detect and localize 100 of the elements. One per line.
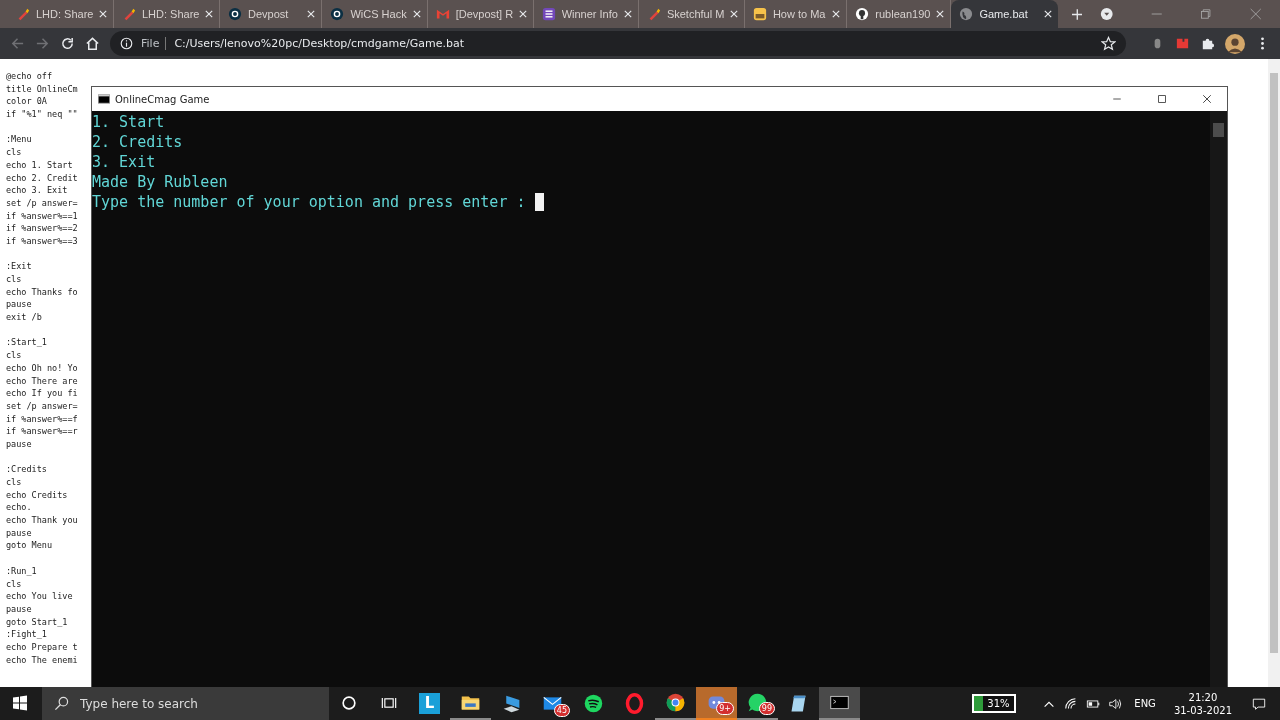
- code-line: if %answer%==r: [6, 425, 79, 438]
- count-badge: 9+: [716, 702, 734, 715]
- scheme-label: File: [141, 37, 167, 50]
- taskbar-app[interactable]: 99: [737, 687, 778, 720]
- taskbar-app[interactable]: 9+: [696, 687, 737, 720]
- code-line: echo Prepare t: [6, 640, 79, 654]
- code-line: pause: [6, 298, 33, 312]
- code-line: if %answer%==f: [6, 412, 79, 426]
- search-field[interactable]: Type here to search: [42, 687, 329, 720]
- tab-title: rublean190: [875, 8, 931, 20]
- taskbar-app[interactable]: [819, 687, 860, 720]
- code-line: echo Thanks fo: [6, 285, 79, 299]
- circle-icon: [228, 7, 242, 21]
- avatar-icon[interactable]: [1225, 33, 1245, 54]
- tab-search-icon[interactable]: [1100, 7, 1114, 21]
- tab-title: LHD: Share: [142, 8, 199, 20]
- code-line: echo The enemi: [6, 653, 79, 667]
- code-line: :Run_1: [6, 564, 38, 578]
- windows-start-icon[interactable]: [12, 695, 28, 711]
- code-line: :Fight_1: [6, 628, 48, 641]
- console-icon: [98, 94, 110, 104]
- code-line: goto Start_1: [6, 615, 69, 629]
- code-line: if %answer%==2: [6, 222, 79, 235]
- tab-title: Sketchful M: [666, 8, 724, 20]
- console-line: 2. Credits: [92, 132, 184, 152]
- charge-fill: [974, 696, 984, 711]
- taskbar-app[interactable]: 45: [532, 687, 573, 720]
- computer-icon: [501, 693, 522, 714]
- language-indicator[interactable]: ENG: [1134, 698, 1156, 709]
- code-line: echo Oh no! Yo: [6, 361, 79, 375]
- clock-time[interactable]: 21:20: [1188, 690, 1218, 704]
- tab-title: WiCS Hack: [350, 8, 407, 20]
- scrollbar[interactable]: [1268, 59, 1280, 687]
- tab-title: How to Ma: [772, 8, 827, 20]
- forward-icon[interactable]: [35, 36, 50, 51]
- tab-title: Game.bat: [979, 8, 1029, 20]
- reload-icon[interactable]: [60, 36, 75, 51]
- code-line: pause: [6, 437, 33, 451]
- console-line: 1. Start: [92, 112, 166, 132]
- info-icon: [120, 37, 133, 50]
- code-line: color 0A: [6, 95, 48, 109]
- code-line: cls: [6, 146, 23, 159]
- app-logo: L: [419, 693, 440, 714]
- tab-title: [Devpost] R: [455, 8, 513, 20]
- window-title: OnlineCmag Game: [115, 93, 210, 105]
- clock-date[interactable]: 31-03-2021: [1173, 703, 1232, 717]
- back-icon[interactable]: [10, 36, 25, 51]
- puzzle-icon[interactable]: [1200, 36, 1215, 51]
- search-icon: [54, 696, 69, 711]
- code-line: echo Credits: [6, 488, 69, 502]
- volume-icon[interactable]: [1108, 696, 1123, 711]
- code-line: if %answer%==1: [6, 209, 79, 223]
- code-line: goto Menu: [6, 539, 54, 553]
- code-line: @echo off: [6, 70, 54, 83]
- mail-icon: [435, 7, 450, 21]
- code-line: set /p answer=: [6, 399, 79, 413]
- url-text: C:/Users/lenovo%20pc/Desktop/cmdgame/Game.bat: [174, 37, 464, 50]
- code-line: exit /b: [6, 311, 43, 324]
- code-line: if %answer%==3: [6, 234, 79, 248]
- restore-icon[interactable]: [1199, 7, 1213, 21]
- browser-tab[interactable]: Game.bat: [951, 0, 1058, 28]
- scrollbar[interactable]: [1210, 111, 1227, 687]
- battery-percent: 31%: [986, 697, 1010, 711]
- count-badge: 45: [553, 704, 570, 717]
- code-line: pause: [6, 602, 33, 616]
- picture-icon: [752, 7, 767, 21]
- close-icon[interactable]: [1201, 93, 1213, 105]
- cortana-icon[interactable]: [339, 693, 359, 713]
- star-icon[interactable]: [1101, 36, 1116, 51]
- tab-title: LHD: Share: [36, 8, 93, 20]
- notification-icon[interactable]: [1252, 696, 1266, 711]
- code-line: cls: [6, 577, 23, 591]
- code-line: title OnlineCm: [6, 82, 79, 96]
- code-line: cls: [6, 273, 23, 286]
- code-line: :Credits: [6, 463, 48, 476]
- tab-title: Winner Info: [561, 8, 618, 20]
- code-line: if "%1" neq "": [6, 108, 79, 121]
- pencil-icon: [122, 7, 136, 21]
- code-line: echo.: [6, 501, 33, 515]
- code-line: cls: [6, 349, 23, 362]
- address-bar[interactable]: File C:/Users/lenovo%20pc/Desktop/cmdgame/Game.bat: [110, 31, 1126, 56]
- code-line: echo If you fi: [6, 387, 79, 400]
- opera-icon: [624, 693, 645, 714]
- extension-icon[interactable]: [1175, 36, 1190, 51]
- circle-icon: [330, 7, 345, 21]
- code-line: cls: [6, 476, 23, 489]
- console-prompt: Type the number of your option and press enter :: [92, 192, 527, 212]
- console-line: 3. Exit: [92, 152, 157, 172]
- code-line: echo You live: [6, 590, 74, 603]
- code-line: echo 3. Exit: [6, 184, 69, 197]
- list-icon: [541, 7, 556, 21]
- code-line: :Exit: [6, 260, 33, 273]
- maximize-icon[interactable]: [1156, 93, 1168, 105]
- code-line: echo There are: [6, 374, 79, 388]
- taskbar-app[interactable]: L: [409, 687, 450, 720]
- code-line: :Start_1: [6, 336, 48, 350]
- home-icon[interactable]: [85, 36, 100, 51]
- new-tab-icon[interactable]: [1071, 8, 1083, 20]
- code-line: pause: [6, 526, 33, 540]
- pencil-icon: [16, 7, 30, 21]
